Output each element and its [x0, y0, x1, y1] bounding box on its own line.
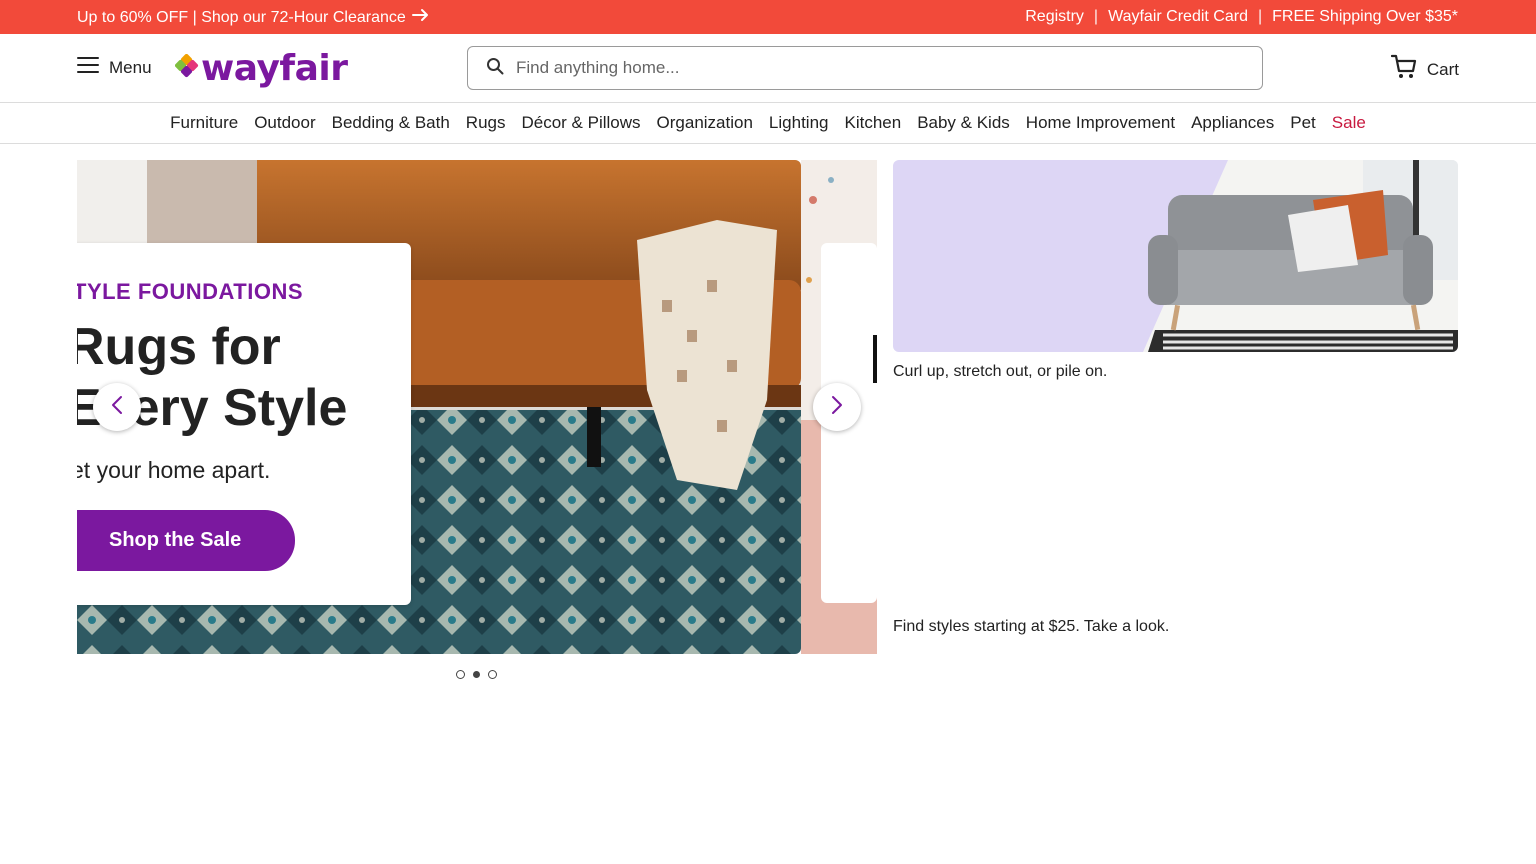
- nav-kitchen[interactable]: Kitchen: [844, 113, 901, 133]
- nav-organization[interactable]: Organization: [657, 113, 753, 133]
- category-nav: Furniture Outdoor Bedding & Bath Rugs Dé…: [0, 103, 1536, 144]
- sofa-promo-image: [893, 160, 1458, 352]
- carousel-dot-1[interactable]: [456, 670, 465, 679]
- carousel-prev-button[interactable]: [93, 383, 141, 431]
- nav-rugs[interactable]: Rugs: [466, 113, 506, 133]
- hero-eyebrow: TYLE FOUNDATIONS: [77, 279, 304, 304]
- promo-separator: |: [1257, 8, 1263, 25]
- promo-links: Registry | Wayfair Credit Card | FREE Sh…: [1025, 8, 1458, 26]
- nav-lighting[interactable]: Lighting: [769, 113, 829, 133]
- nav-home-improvement[interactable]: Home Improvement: [1026, 113, 1175, 133]
- site-header: Menu wayfair Cart: [0, 34, 1536, 103]
- hero-subtitle: et your home apart.: [77, 457, 271, 483]
- hamburger-icon: [77, 56, 99, 79]
- sofa-promo-tile[interactable]: [893, 160, 1458, 352]
- nav-baby-kids[interactable]: Baby & Kids: [917, 113, 1010, 133]
- promo-separator: |: [1093, 8, 1099, 25]
- search-bar[interactable]: [467, 46, 1263, 90]
- cart-button[interactable]: Cart: [1390, 54, 1459, 85]
- credit-card-link[interactable]: Wayfair Credit Card: [1108, 8, 1248, 26]
- cart-label: Cart: [1426, 59, 1459, 79]
- hero-title: Rugs for Every Style: [77, 317, 487, 439]
- shop-the-sale-button[interactable]: Shop the Sale: [77, 510, 295, 571]
- nav-decor-pillows[interactable]: Décor & Pillows: [521, 113, 640, 133]
- carousel-next-button[interactable]: [813, 383, 861, 431]
- hero-carousel: TYLE FOUNDATIONS Rugs for Every Style et…: [77, 160, 877, 654]
- menu-button[interactable]: Menu: [77, 56, 152, 79]
- logo-text: wayfair: [201, 48, 348, 89]
- logo-mark-icon: [174, 53, 199, 83]
- search-icon: [486, 57, 504, 80]
- nav-furniture[interactable]: Furniture: [170, 113, 238, 133]
- carousel-dot-3[interactable]: [488, 670, 497, 679]
- promo-clearance-text: Up to 60% OFF | Shop our 72-Hour Clearan…: [77, 8, 406, 26]
- arrow-right-icon: [411, 8, 430, 27]
- search-input[interactable]: [516, 58, 1216, 78]
- sofa-tile-caption[interactable]: Curl up, stretch out, or pile on.: [893, 363, 1107, 381]
- nav-sale[interactable]: Sale: [1332, 113, 1366, 133]
- carousel-dot-2[interactable]: [473, 671, 480, 678]
- free-shipping-link[interactable]: FREE Shipping Over $35*: [1272, 8, 1458, 26]
- carousel-dots: [456, 670, 497, 679]
- styles-tile-caption[interactable]: Find styles starting at $25. Take a look…: [893, 618, 1169, 636]
- nav-bedding-bath[interactable]: Bedding & Bath: [332, 113, 450, 133]
- registry-link[interactable]: Registry: [1025, 8, 1084, 26]
- nav-pet[interactable]: Pet: [1290, 113, 1316, 133]
- wayfair-logo[interactable]: wayfair: [174, 48, 348, 89]
- cart-icon: [1390, 54, 1417, 85]
- nav-appliances[interactable]: Appliances: [1191, 113, 1274, 133]
- promo-bar: Up to 60% OFF | Shop our 72-Hour Clearan…: [0, 0, 1536, 34]
- chevron-right-icon: [830, 395, 844, 420]
- hero-title-line1: Rugs for: [77, 318, 281, 376]
- promo-clearance-link[interactable]: Up to 60% OFF | Shop our 72-Hour Clearan…: [77, 8, 430, 27]
- chevron-left-icon: [110, 395, 124, 420]
- menu-label: Menu: [109, 57, 152, 77]
- nav-outdoor[interactable]: Outdoor: [254, 113, 315, 133]
